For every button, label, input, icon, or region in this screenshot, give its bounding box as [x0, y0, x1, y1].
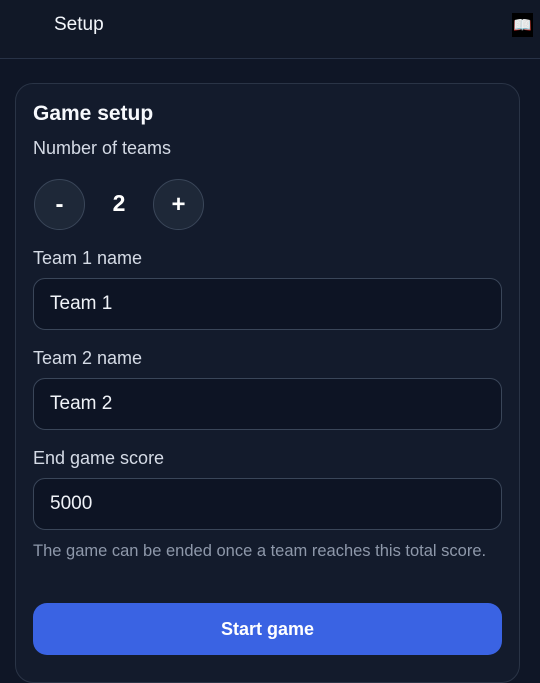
book-icon[interactable]: 📖	[512, 13, 533, 37]
page-title: Setup	[54, 14, 104, 35]
decrement-label: -	[55, 190, 64, 218]
top-bar: Setup 📖	[0, 0, 540, 59]
book-icon-glyph: 📖	[513, 16, 532, 34]
decrement-teams-button[interactable]: -	[34, 179, 85, 230]
team1-name-input[interactable]	[33, 278, 502, 330]
team1-name-label: Team 1 name	[33, 248, 143, 268]
end-score-hint: The game can be ended once a team reache…	[33, 542, 487, 560]
number-of-teams-label: Number of teams	[33, 138, 172, 158]
increment-label: +	[171, 190, 186, 218]
end-game-score-label: End game score	[33, 448, 165, 468]
increment-teams-button[interactable]: +	[153, 179, 204, 230]
end-game-score-input[interactable]	[33, 478, 502, 530]
game-setup-heading: Game setup	[33, 102, 154, 125]
start-game-button[interactable]: Start game	[33, 603, 502, 655]
team2-name-label: Team 2 name	[33, 348, 143, 368]
team2-name-input[interactable]	[33, 378, 502, 430]
team-count-value: 2	[112, 190, 126, 216]
